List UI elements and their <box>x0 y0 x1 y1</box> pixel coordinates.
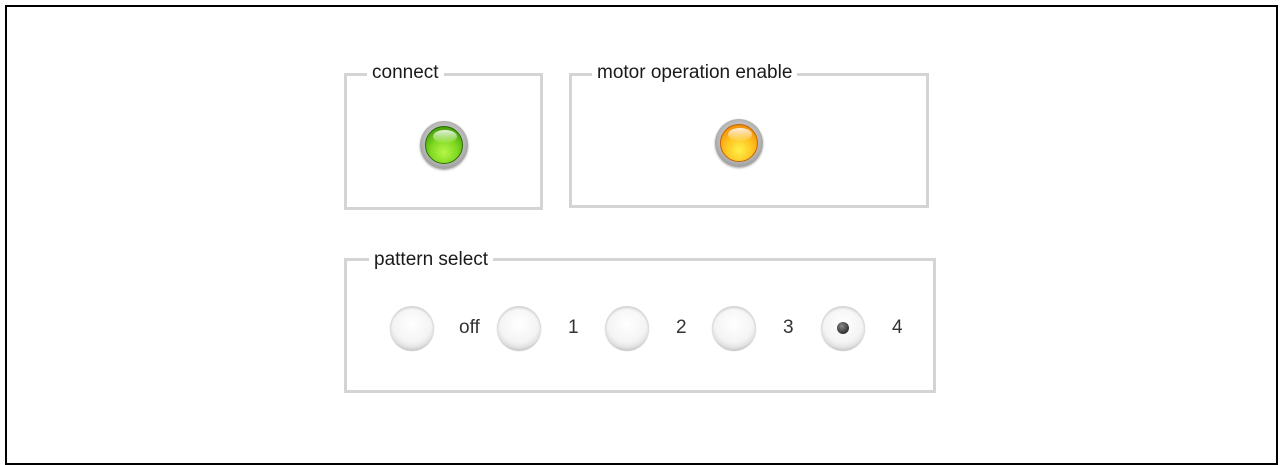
motor-operation-legend: motor operation enable <box>592 62 798 84</box>
connect-legend: connect <box>367 62 444 84</box>
pattern-radio-off[interactable] <box>390 306 434 350</box>
pattern-radio-label: 2 <box>676 317 687 338</box>
motor-operation-indicator-led <box>715 119 763 167</box>
green-led-icon <box>425 126 463 164</box>
pattern-select-group: pattern select off 1 2 3 4 <box>344 249 936 393</box>
pattern-radio-3[interactable] <box>712 306 756 350</box>
pattern-radio-1[interactable] <box>497 306 541 350</box>
pattern-radio-label: 4 <box>892 317 903 338</box>
radio-selected-dot-icon <box>837 322 849 334</box>
pattern-radio-label: off <box>459 317 480 338</box>
pattern-radio-label: 3 <box>783 317 794 338</box>
pattern-radio-4[interactable] <box>821 306 865 350</box>
connect-group: connect <box>344 62 543 210</box>
connect-indicator-led <box>420 121 468 169</box>
pattern-radio-2[interactable] <box>605 306 649 350</box>
orange-led-icon <box>720 124 758 162</box>
motor-operation-group: motor operation enable <box>569 62 929 208</box>
pattern-select-legend: pattern select <box>369 249 494 271</box>
pattern-radio-label: 1 <box>568 317 579 338</box>
